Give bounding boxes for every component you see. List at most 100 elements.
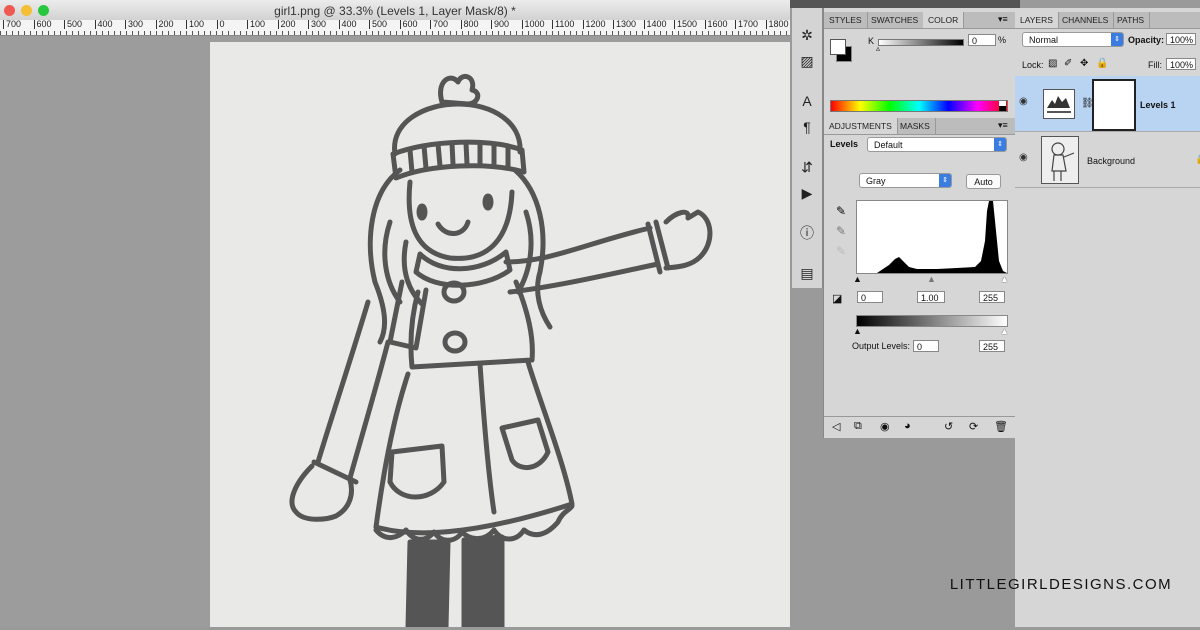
tab-layers[interactable]: LAYERS bbox=[1015, 12, 1059, 28]
layer-row-background[interactable]: ◉ Background 🔒 bbox=[1015, 132, 1200, 188]
girl-drawing bbox=[289, 73, 713, 630]
layer-row-levels[interactable]: ◉ ⛓ Levels 1 bbox=[1015, 76, 1200, 132]
gamma-input-handle-icon[interactable]: ▲ bbox=[927, 274, 936, 284]
input-black-field[interactable]: 0 bbox=[857, 291, 883, 303]
panel-dock-strip bbox=[790, 0, 1020, 8]
layer-mask-thumbnail[interactable] bbox=[1092, 79, 1136, 131]
white-point-eyedropper-icon[interactable]: ✎ bbox=[836, 244, 846, 258]
document-title-bar: girl1.png @ 33.3% (Levels 1, Layer Mask/… bbox=[0, 0, 790, 21]
tab-swatches[interactable]: SWATCHES bbox=[866, 12, 925, 28]
ruler-tick-label: 1700 bbox=[735, 20, 758, 29]
tab-styles[interactable]: STYLES bbox=[824, 12, 868, 28]
layer-lock-icon: 🔒 bbox=[1195, 154, 1200, 165]
white-output-handle-icon[interactable]: ▲ bbox=[1000, 326, 1009, 336]
adjustments-footer: ◁ ⧉ ◉ ◕ ↺ ⟳ 🗑 bbox=[824, 416, 1015, 437]
color-spectrum-bar[interactable] bbox=[830, 100, 1008, 112]
gray-point-eyedropper-icon[interactable]: ✎ bbox=[836, 224, 846, 238]
tab-adjustments[interactable]: ADJUSTMENTS bbox=[824, 118, 898, 134]
lock-position-icon[interactable]: ✥ bbox=[1080, 58, 1088, 69]
histogram-icon[interactable]: ▨ bbox=[797, 52, 817, 70]
panel-menu-icon[interactable]: ▾≡ bbox=[998, 14, 1008, 25]
k-slider[interactable] bbox=[878, 39, 964, 46]
output-white-field[interactable]: 255 bbox=[979, 340, 1005, 352]
input-gamma-field[interactable]: 1.00 bbox=[917, 291, 945, 303]
ruler-tick-label: 200 bbox=[277, 20, 296, 29]
output-black-field[interactable]: 0 bbox=[913, 340, 939, 352]
input-levels-slider[interactable]: ▲ ▲ ▲ bbox=[853, 274, 1009, 284]
channel-value: Gray bbox=[866, 176, 886, 186]
preset-value: Default bbox=[874, 140, 903, 150]
ruler-tick-label: 1500 bbox=[674, 20, 697, 29]
auto-button[interactable]: Auto bbox=[966, 174, 1001, 189]
layer-visibility-icon[interactable]: ◉ bbox=[880, 420, 890, 433]
background-thumb-drawing bbox=[1051, 142, 1075, 181]
paragraph-icon[interactable]: ¶ bbox=[797, 118, 817, 136]
actions-icon[interactable]: ▶ bbox=[797, 184, 817, 202]
black-input-handle-icon[interactable]: ▲ bbox=[853, 274, 862, 284]
reset-icon[interactable]: ↺ bbox=[944, 420, 953, 433]
ruler-tick-label: 300 bbox=[308, 20, 326, 29]
ruler-tick-label: 1200 bbox=[582, 20, 606, 29]
output-levels-slider[interactable]: ▲ ▲ bbox=[853, 326, 1009, 336]
ruler-minor-ticks bbox=[0, 31, 790, 35]
ruler-tick-label: 700 bbox=[430, 20, 448, 29]
mini-bridge-icon[interactable]: ▤ bbox=[797, 264, 817, 282]
layers-panel-tabs: LAYERS CHANNELS PATHS bbox=[1015, 12, 1200, 29]
site-watermark: LITTLEGIRLDESIGNS.COM bbox=[949, 576, 1173, 593]
black-white-swatch[interactable] bbox=[999, 101, 1006, 111]
refresh-icon[interactable]: ⟳ bbox=[969, 420, 978, 433]
chevron-updown-icon: ⇕ bbox=[994, 138, 1006, 151]
trash-icon[interactable]: 🗑 bbox=[994, 420, 1008, 433]
ruler-tick-label: 800 bbox=[460, 20, 479, 29]
preset-dropdown[interactable]: Default ⇕ bbox=[867, 137, 1007, 152]
tab-color[interactable]: COLOR bbox=[923, 12, 965, 28]
ruler-tick-label: 700 bbox=[3, 20, 21, 29]
opacity-field[interactable]: 100% bbox=[1166, 33, 1196, 45]
histogram-graph bbox=[857, 201, 1007, 273]
ruler-tick-label: 300 bbox=[125, 20, 143, 29]
ruler-tick-label: 1400 bbox=[643, 20, 667, 29]
black-output-handle-icon[interactable]: ▲ bbox=[853, 326, 862, 336]
ruler-tick-label: 900 bbox=[491, 20, 509, 29]
clip-to-layer-icon[interactable]: ⧉ bbox=[854, 420, 862, 433]
horizontal-ruler[interactable]: 700 600 500 400 300 200 100 0 100 200 300 400 500 600… bbox=[0, 20, 790, 36]
white-input-handle-icon[interactable]: ▲ bbox=[1000, 274, 1009, 284]
input-white-field[interactable]: 255 bbox=[979, 291, 1005, 303]
view-previous-icon[interactable]: ◕ bbox=[904, 420, 911, 432]
tab-paths[interactable]: PATHS bbox=[1112, 12, 1151, 28]
black-point-eyedropper-icon[interactable]: ✎ bbox=[836, 204, 846, 218]
adjustments-menu-icon[interactable]: ▾≡ bbox=[998, 120, 1008, 131]
layer-name: Background bbox=[1087, 156, 1136, 166]
lock-all-icon[interactable]: 🔒 bbox=[1096, 58, 1108, 69]
adjustment-type-label: Levels bbox=[830, 139, 859, 149]
tab-channels[interactable]: CHANNELS bbox=[1057, 12, 1115, 28]
ruler-tick-label: 600 bbox=[33, 20, 52, 29]
foreground-color-swatch[interactable] bbox=[830, 39, 846, 55]
tab-masks[interactable]: MASKS bbox=[895, 118, 936, 134]
eye-icon[interactable]: ◉ bbox=[1019, 96, 1028, 107]
ruler-tick-label: 1300 bbox=[613, 20, 636, 29]
history-icon[interactable]: ⇵ bbox=[797, 158, 817, 176]
lock-pixels-icon[interactable]: ✐ bbox=[1064, 58, 1072, 69]
channel-dropdown[interactable]: Gray ⇕ bbox=[859, 173, 952, 188]
ruler-tick-label: 1600 bbox=[704, 20, 728, 29]
blend-mode-dropdown[interactable]: Normal ⇕ bbox=[1022, 32, 1124, 47]
fill-field[interactable]: 100% bbox=[1166, 58, 1196, 70]
back-arrow-icon[interactable]: ◁ bbox=[832, 420, 840, 433]
k-slider-handle-icon[interactable]: ▵ bbox=[876, 44, 880, 53]
document-canvas[interactable] bbox=[210, 42, 790, 630]
ruler-tick-label: 0 bbox=[216, 20, 225, 29]
ruler-tick-label: 400 bbox=[94, 20, 113, 29]
ruler-tick-label: 1100 bbox=[552, 20, 574, 29]
fill-label: Fill: bbox=[1148, 60, 1162, 70]
navigator-icon[interactable]: ✲ bbox=[797, 26, 817, 44]
info-icon[interactable]: ⓘ bbox=[797, 224, 817, 242]
clipping-warning-icon[interactable]: ◪ bbox=[832, 292, 842, 305]
character-icon[interactable]: A bbox=[797, 92, 817, 110]
lock-transparency-icon[interactable]: ▧ bbox=[1048, 58, 1057, 69]
document-title: girl1.png @ 33.3% (Levels 1, Layer Mask/… bbox=[274, 4, 516, 18]
k-value-field[interactable]: 0 bbox=[968, 34, 996, 46]
eye-icon[interactable]: ◉ bbox=[1019, 152, 1028, 163]
ruler-tick-label: 100 bbox=[247, 20, 265, 29]
color-panel-tabs: STYLES SWATCHES COLOR ▾≡ bbox=[824, 12, 1015, 29]
